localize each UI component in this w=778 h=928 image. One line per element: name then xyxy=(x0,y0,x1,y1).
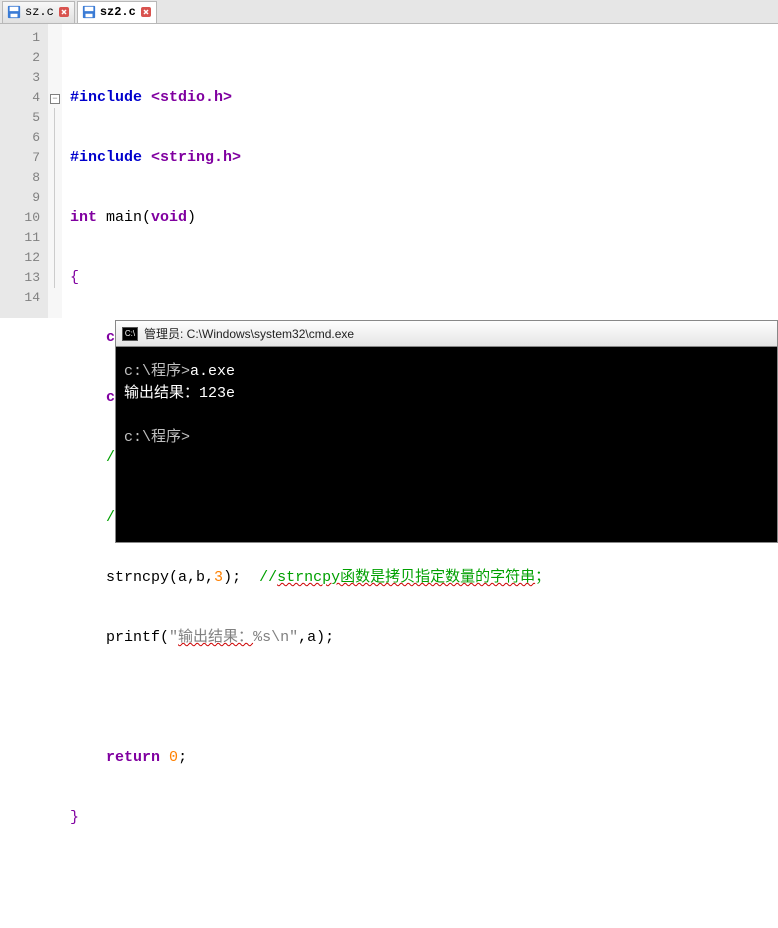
line-number: 11 xyxy=(0,228,40,248)
terminal-title: 管理员: C:\Windows\system32\cmd.exe xyxy=(144,325,354,342)
line-number: 4 xyxy=(0,88,40,108)
line-number: 1 xyxy=(0,28,40,48)
cmd-icon: C:\ xyxy=(122,327,138,341)
line-number: 3 xyxy=(0,68,40,88)
line-gutter: 1 2 3 4 5 6 7 8 9 10 11 12 13 14 xyxy=(0,24,48,318)
tab-label: sz2.c xyxy=(100,5,136,19)
save-icon xyxy=(82,5,96,19)
current-line-highlight xyxy=(62,188,778,208)
tab-file-2[interactable]: sz2.c xyxy=(77,1,157,23)
line-number: 10 xyxy=(0,208,40,228)
close-icon[interactable] xyxy=(58,6,70,18)
terminal-titlebar[interactable]: C:\ 管理员: C:\Windows\system32\cmd.exe xyxy=(116,321,777,347)
fold-column: − xyxy=(48,24,62,318)
code-editor[interactable]: 1 2 3 4 5 6 7 8 9 10 11 12 13 14 − #incl… xyxy=(0,24,778,318)
line-number: 6 xyxy=(0,128,40,148)
fold-toggle-icon[interactable]: − xyxy=(50,94,60,104)
line-number: 13 xyxy=(0,268,40,288)
tab-bar: sz.c sz2.c xyxy=(0,0,778,24)
line-number: 2 xyxy=(0,48,40,68)
code-area[interactable]: #include <stdio.h> #include <string.h> i… xyxy=(62,24,778,318)
close-icon[interactable] xyxy=(140,6,152,18)
save-icon xyxy=(7,5,21,19)
line-number: 7 xyxy=(0,148,40,168)
terminal-body[interactable]: c:\程序>a.exe 输出结果：123e c:\程序> xyxy=(116,347,777,542)
line-number: 9 xyxy=(0,188,40,208)
line-number: 8 xyxy=(0,168,40,188)
tab-label: sz.c xyxy=(25,5,54,19)
terminal-window: C:\ 管理员: C:\Windows\system32\cmd.exe c:\… xyxy=(115,320,778,543)
line-number: 14 xyxy=(0,288,40,308)
line-number: 5 xyxy=(0,108,40,128)
tab-file-1[interactable]: sz.c xyxy=(2,1,75,23)
line-number: 12 xyxy=(0,248,40,268)
